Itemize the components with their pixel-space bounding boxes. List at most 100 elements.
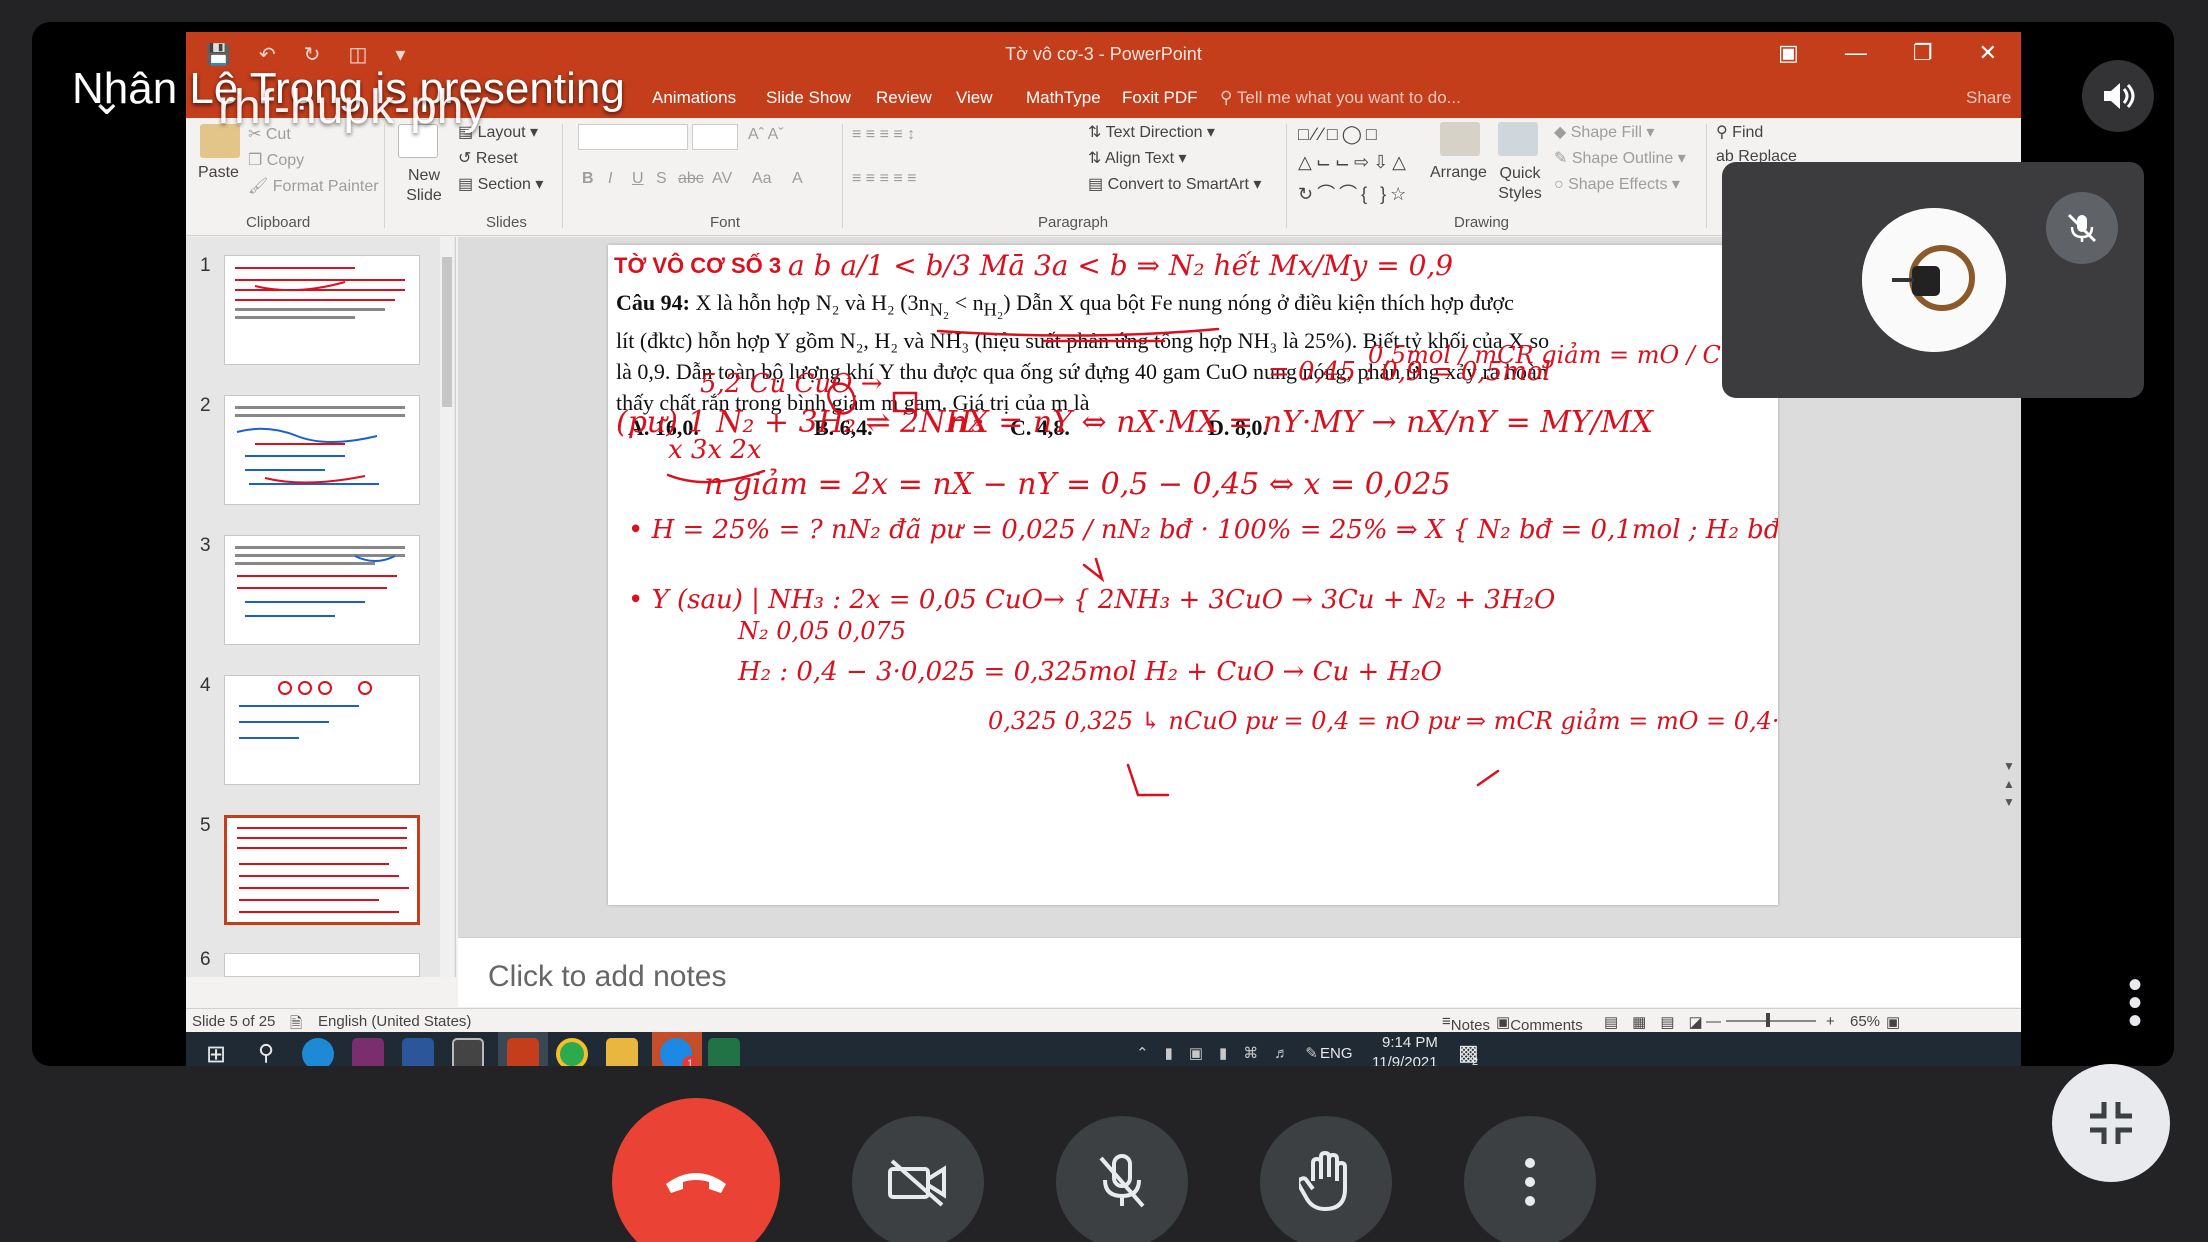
italic-button[interactable]: I: [608, 170, 612, 188]
tab-animations[interactable]: Animations: [652, 88, 736, 108]
language-indicator[interactable]: English (United States): [318, 1013, 471, 1030]
quick-styles-icon[interactable]: [1498, 122, 1538, 156]
format-painter-button[interactable]: 🖌 Format Painter: [248, 176, 379, 196]
shadow-button[interactable]: S: [656, 170, 667, 188]
strikethrough-button[interactable]: abc: [678, 170, 704, 188]
camera-toggle-button[interactable]: [852, 1116, 984, 1242]
slide-thumbnail-4[interactable]: [224, 675, 420, 785]
view-buttons[interactable]: ▤▦▤◪: [1604, 1013, 1717, 1031]
slide-thumbnail-pane: 1 2 3 4 5 6: [186, 237, 456, 977]
zoom-out-icon[interactable]: —: [1706, 1013, 1721, 1030]
bold-button[interactable]: B: [582, 170, 594, 188]
slide-thumbnail-3[interactable]: [224, 535, 420, 645]
convert-smartart-label: Convert to SmartArt: [1107, 176, 1249, 193]
shapes-gallery-row3[interactable]: ↻⌒⌒{ }☆: [1298, 180, 1410, 206]
notes-pane[interactable]: Click to add notes: [458, 937, 2021, 1007]
ink-row4: • Y (sau) | NH₃ : 2x = 0,05 CuO→ { 2NH₃ …: [628, 585, 1556, 615]
find-label: Find: [1732, 124, 1764, 141]
new-slide-button[interactable]: New Slide: [400, 166, 448, 206]
shapes-gallery-row2[interactable]: △⌙⌙⇨⇩△: [1298, 152, 1410, 173]
mic-toggle-button[interactable]: [1056, 1116, 1188, 1242]
comments-toggle[interactable]: ▣ Comments: [1496, 1013, 1583, 1034]
fit-slide-icon[interactable]: ▣: [1886, 1013, 1900, 1031]
tab-mathtype[interactable]: MathType: [1026, 88, 1101, 108]
bullets-icon[interactable]: ≡ ≡ ≡ ≡ ↕: [852, 126, 915, 144]
ribbon-separator: [1706, 124, 1707, 228]
slide-thumbnail-6[interactable]: [224, 953, 420, 977]
grow-font-icon[interactable]: Aˆ Aˇ: [748, 126, 784, 144]
camera-off-icon: [888, 1159, 946, 1207]
group-clipboard-label: Clipboard: [246, 214, 311, 231]
share-button[interactable]: Share: [1966, 88, 2011, 108]
shapes-gallery[interactable]: □∕∕□◯□: [1298, 124, 1381, 145]
more-options-side-icon[interactable]: • • •: [2128, 965, 2142, 1041]
clock-time[interactable]: 9:14 PM: [1382, 1034, 1438, 1051]
convert-smartart-button[interactable]: ▤ Convert to SmartArt ▾: [1088, 174, 1261, 194]
zoom-slider[interactable]: [1726, 1020, 1816, 1022]
thumb-number: 1: [200, 255, 211, 276]
reset-button[interactable]: ↺ Reset: [458, 148, 518, 168]
find-button[interactable]: ⚲ Find: [1716, 122, 1763, 142]
arrange-button[interactable]: Arrange: [1430, 164, 1487, 182]
slide-5[interactable]: TỜ VÔ CƠ SỐ 3 Câu 94: X là hỗn hợp N₂ và…: [608, 245, 1778, 905]
text-direction-button[interactable]: ⇅ Text Direction ▾: [1088, 122, 1215, 142]
zoom-in-icon[interactable]: +: [1826, 1013, 1835, 1030]
zoom-slider-thumb[interactable]: [1766, 1013, 1770, 1027]
slide-thumbnail-5[interactable]: [224, 815, 420, 925]
speaker-volume-icon[interactable]: [2082, 60, 2154, 132]
slide-thumbnail-1[interactable]: [224, 255, 420, 365]
group-paragraph-label: Paragraph: [1038, 214, 1109, 231]
ink-row2: n giảm = 2x = nX − nY = 0,5 − 0,45 ⇔ x =…: [704, 467, 1451, 502]
slide-thumbnail-2[interactable]: [224, 395, 420, 505]
copy-button[interactable]: ❐ Copy: [248, 150, 304, 170]
zoom-level[interactable]: 65%: [1850, 1013, 1880, 1030]
font-name-box[interactable]: [578, 124, 688, 150]
slide-nav-arrows[interactable]: ▼ ▲ ▼: [2001, 757, 2017, 817]
ink-row1b: x 3x 2x: [668, 435, 762, 465]
ink-d-note: = 0,45 : 0,9 = 0,5mol: [1268, 357, 1551, 387]
thumbnail-preview: [235, 267, 405, 319]
tab-view[interactable]: View: [956, 88, 993, 108]
self-view-tile[interactable]: [1722, 162, 2144, 398]
ribbon-display-icon[interactable]: ▣: [1778, 40, 1799, 66]
shape-effects-button[interactable]: ○ Shape Effects ▾: [1554, 174, 1680, 194]
tab-foxit-pdf[interactable]: Foxit PDF: [1122, 88, 1198, 108]
thumbnail-preview: [235, 546, 405, 617]
change-case-button[interactable]: Aa: [752, 170, 772, 188]
maximize-icon[interactable]: ❐: [1913, 40, 1933, 66]
thumb-number: 4: [200, 675, 211, 696]
raise-hand-button[interactable]: [1260, 1116, 1392, 1242]
quick-styles-button[interactable]: Quick Styles: [1496, 164, 1544, 204]
tell-me-text: Tell me what you want to do...: [1236, 88, 1461, 107]
ink-answer-note: 5,2 Cu CuO →: [700, 369, 883, 399]
window-title: Tờ vô cơ-3 - PowerPoint: [1005, 44, 1202, 64]
char-spacing-button[interactable]: AV: [712, 170, 732, 188]
ribbon-separator: [562, 124, 563, 228]
minimize-icon[interactable]: —: [1845, 40, 1867, 66]
thumbnail-scrollbar[interactable]: [440, 237, 454, 977]
shape-fill-button[interactable]: ◆ Shape Fill ▾: [1554, 122, 1654, 142]
arrange-icon[interactable]: [1440, 122, 1480, 156]
paste-button[interactable]: Paste: [198, 164, 239, 182]
thumb-number: 5: [200, 815, 211, 836]
section-label: Section: [477, 176, 531, 193]
end-call-button[interactable]: [612, 1098, 780, 1242]
thumbnail-preview: [237, 827, 409, 913]
thumbnail-preview: [235, 406, 405, 485]
tab-review[interactable]: Review: [876, 88, 932, 108]
tab-slide-show[interactable]: Slide Show: [766, 88, 851, 108]
notes-toggle[interactable]: ≡ Notes: [1442, 1013, 1490, 1034]
underline-button[interactable]: U: [632, 170, 644, 188]
close-icon[interactable]: ✕: [1979, 40, 1997, 66]
align-text-button[interactable]: ⇅ Align Text ▾: [1088, 148, 1187, 168]
meeting-code[interactable]: rhf-hupk-phy: [218, 80, 487, 135]
font-color-button[interactable]: A: [792, 170, 803, 188]
copy-label: Copy: [266, 152, 305, 169]
font-size-box[interactable]: [692, 124, 738, 150]
tell-me-search[interactable]: ⚲ Tell me what you want to do...: [1220, 88, 1461, 108]
section-button[interactable]: ▤ Section ▾: [458, 174, 543, 194]
shape-outline-button[interactable]: ✎ Shape Outline ▾: [1554, 148, 1686, 168]
more-options-button[interactable]: [1464, 1116, 1596, 1242]
align-icons[interactable]: ≡ ≡ ≡ ≡ ≡: [852, 170, 916, 188]
scrollbar-thumb[interactable]: [442, 257, 452, 407]
